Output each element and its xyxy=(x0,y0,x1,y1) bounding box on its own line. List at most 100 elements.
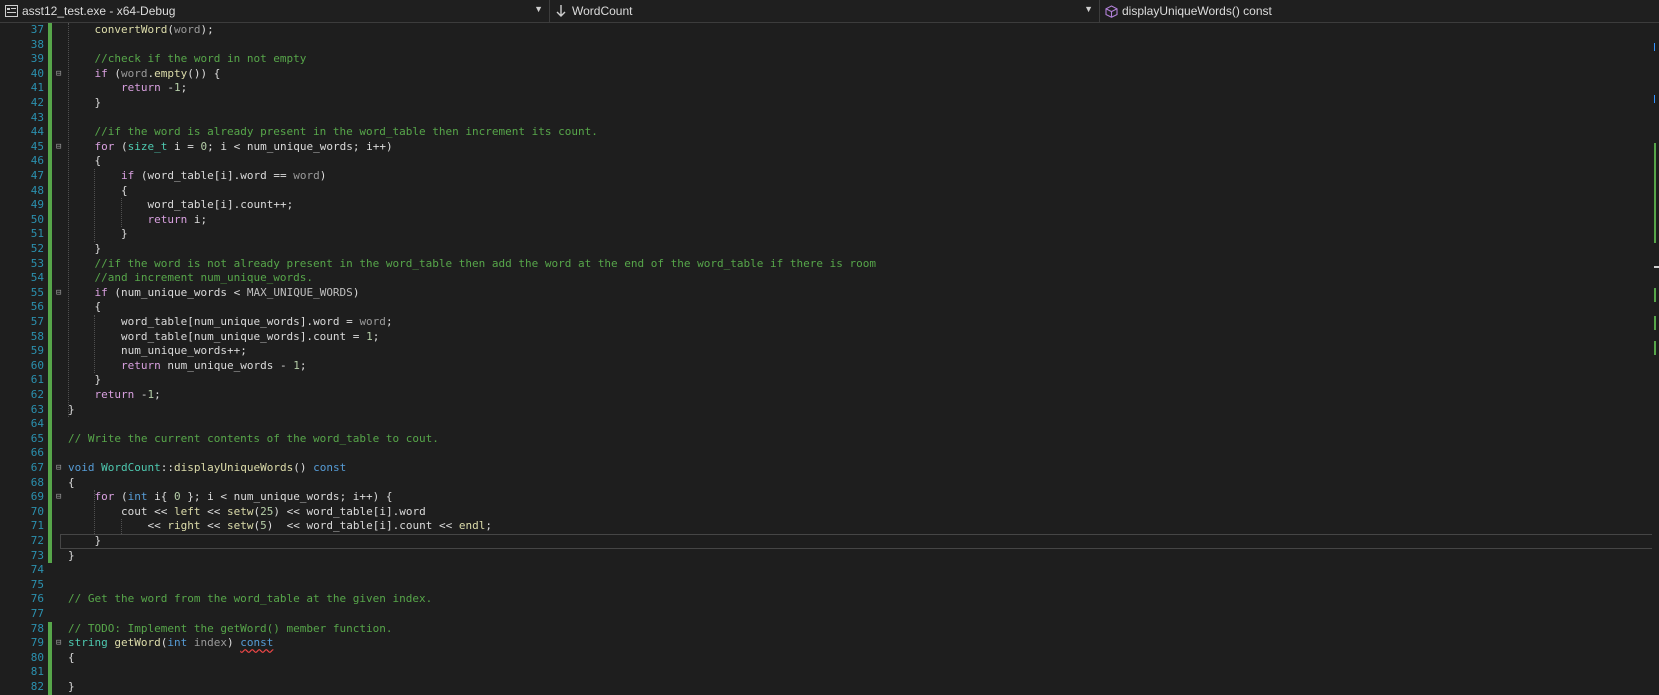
change-indicator xyxy=(48,665,52,680)
overview-scrollbar[interactable] xyxy=(1652,23,1659,687)
code-token: ; xyxy=(485,519,492,533)
fold-toggle-icon[interactable]: ⊟ xyxy=(56,490,61,505)
line-number: 79 xyxy=(30,636,44,650)
line-number: 44 xyxy=(30,125,44,139)
indent-guide xyxy=(68,23,69,418)
code-line[interactable]: 40 ⊟ if (word.empty()) { xyxy=(0,66,1640,82)
code-token: // Get the word from the word_table at t… xyxy=(68,592,433,606)
code-text: //and increment num_unique_words. xyxy=(68,271,314,286)
code-text: //if the word is not already present in … xyxy=(68,257,876,272)
current-line-highlight xyxy=(60,534,1654,549)
code-line[interactable]: 76 // Get the word from the word_table at… xyxy=(0,592,1640,607)
code-text: return num_unique_words - 1; xyxy=(68,359,306,374)
code-text: word_table[num_unique_words].count = 1; xyxy=(68,330,379,345)
code-line[interactable]: 48 { xyxy=(0,183,1640,199)
code-token: 25 xyxy=(260,504,274,518)
code-line[interactable]: 60 return num_unique_words - 1; xyxy=(0,358,1640,374)
chevron-down-icon[interactable]: ▼ xyxy=(534,4,543,14)
fold-toggle-icon[interactable]: ⊟ xyxy=(56,286,61,301)
line-number: 67 xyxy=(30,461,44,474)
code-line[interactable]: 57 word_table[num_unique_words].word = w… xyxy=(0,315,1640,330)
code-line[interactable]: 56 { xyxy=(0,300,1640,315)
code-token: return xyxy=(94,388,135,401)
code-line[interactable]: 41 return -1; xyxy=(0,81,1640,96)
code-line[interactable]: 52 } xyxy=(0,242,1640,257)
code-token: // TODO: Implement the getWord() member … xyxy=(68,621,393,635)
code-line[interactable]: 82} xyxy=(0,680,1640,695)
code-line[interactable]: 44 //if the word is already present in t… xyxy=(0,125,1640,140)
fold-toggle-icon[interactable]: ⊟ xyxy=(56,636,61,651)
project-dropdown[interactable]: asst12_test.exe - x64-Debug ▼ xyxy=(0,0,550,22)
code-line[interactable]: 71 << right << setw(5) << word_table[i].… xyxy=(0,519,1640,534)
code-token: = xyxy=(346,329,367,343)
change-indicator xyxy=(48,242,52,257)
code-line[interactable]: 74 xyxy=(0,563,1640,578)
code-text: for (size_t i = 0; i < num_unique_words;… xyxy=(68,140,393,155)
line-number: 77 xyxy=(30,607,44,620)
code-line[interactable]: 55 ⊟ if (num_unique_words < MAX_UNIQUE_WO… xyxy=(0,285,1640,301)
fold-toggle-icon[interactable]: ⊟ xyxy=(56,140,61,155)
code-token: ) << xyxy=(273,504,307,518)
code-line[interactable]: 43 xyxy=(0,110,1640,126)
code-line[interactable]: 72 } xyxy=(0,534,1654,549)
code-line[interactable]: 59 num_unique_words++; xyxy=(0,344,1640,359)
code-token: i{ xyxy=(147,490,174,504)
code-line[interactable]: 69 ⊟ for (int i{ 0 }; i < num_unique_word… xyxy=(0,490,1640,505)
code-line[interactable]: 73} xyxy=(0,548,1640,564)
code-token: for xyxy=(94,139,115,153)
scope-dropdown[interactable]: WordCount ▼ xyxy=(550,0,1100,22)
code-line[interactable]: 45 ⊟ for (size_t i = 0; i < num_unique_wo… xyxy=(0,139,1640,155)
code-line[interactable]: 54 //and increment num_unique_words. xyxy=(0,271,1640,286)
code-line[interactable]: 51 } xyxy=(0,227,1640,242)
scope-label: WordCount xyxy=(572,4,633,18)
code-line[interactable]: 46 { xyxy=(0,154,1640,169)
code-line[interactable]: 78 // TODO: Implement the getWord() membe… xyxy=(0,621,1640,637)
line-number: 76 xyxy=(30,592,44,606)
line-number: 46 xyxy=(30,154,44,168)
chevron-down-icon[interactable]: ▼ xyxy=(1084,4,1093,14)
code-token: [ xyxy=(187,329,194,343)
indent-guide xyxy=(120,519,122,534)
code-line[interactable]: 42 } xyxy=(0,96,1640,111)
code-line[interactable]: 79 ⊟ string getWord(int index) const xyxy=(0,636,1640,651)
class-scope-icon xyxy=(554,4,568,18)
change-indicator xyxy=(48,139,52,155)
code-line[interactable]: 37 convertWord(word); xyxy=(0,23,1640,38)
code-line[interactable]: 62 return -1; xyxy=(0,388,1640,403)
code-line[interactable]: 61 } xyxy=(0,373,1640,388)
fold-toggle-icon[interactable]: ⊟ xyxy=(56,67,61,82)
code-line[interactable]: 70 cout << left << setw(25) << word_tabl… xyxy=(0,504,1640,520)
code-line[interactable]: 50 return i; xyxy=(0,212,1640,228)
code-text: { xyxy=(68,300,102,315)
code-token: word_table xyxy=(94,329,188,343)
code-line[interactable]: 58 word_table[num_unique_words].count = … xyxy=(0,329,1640,345)
code-line[interactable]: 67 ⊟ void WordCount::displayUniqueWords() … xyxy=(0,461,1640,476)
code-text: cout << left << setw(25) << word_table[i… xyxy=(68,505,426,520)
member-dropdown[interactable]: displayUniqueWords() const xyxy=(1100,0,1659,22)
code-line[interactable]: 80 { xyxy=(0,650,1640,666)
code-token: 5 xyxy=(260,519,267,533)
code-line[interactable]: 81 xyxy=(0,665,1640,680)
code-line[interactable]: 38 xyxy=(0,37,1640,53)
code-token: //check if the word in not empty xyxy=(94,52,307,66)
code-line[interactable]: 77 xyxy=(0,607,1640,622)
code-line[interactable]: 75 xyxy=(0,578,1640,593)
code-line[interactable]: 68 { xyxy=(0,475,1640,491)
code-line[interactable]: 47 if (word_table[i].word == word) xyxy=(0,169,1640,184)
code-line[interactable]: 49 word_table[i].count++; xyxy=(0,198,1640,213)
code-line[interactable]: 63} xyxy=(0,402,1640,418)
code-line[interactable]: 53 //if the word is not already present … xyxy=(0,256,1640,272)
code-line[interactable]: 66 xyxy=(0,446,1640,461)
code-token: () xyxy=(293,461,314,474)
project-label: asst12_test.exe - x64-Debug xyxy=(22,4,176,18)
code-line[interactable]: 39 //check if the word in not empty xyxy=(0,52,1640,67)
code-token: left xyxy=(173,504,201,518)
code-line[interactable]: 64 xyxy=(0,417,1640,432)
fold-toggle-icon[interactable]: ⊟ xyxy=(56,461,61,476)
code-token: displayUniqueWords xyxy=(173,461,294,474)
code-editor[interactable]: 37 convertWord(word); 38 39 //check if th… xyxy=(0,23,1659,695)
code-text: if (word_table[i].word == word) xyxy=(68,169,326,184)
code-token: num_unique_words xyxy=(193,315,300,328)
code-line[interactable]: 65 // Write the current contents of the w… xyxy=(0,431,1640,447)
